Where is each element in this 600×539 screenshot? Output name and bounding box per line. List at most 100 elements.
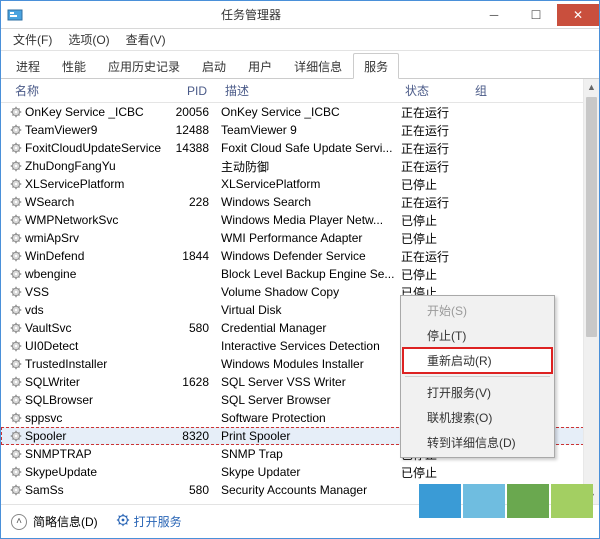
menu-file[interactable]: 文件(F) bbox=[7, 29, 58, 50]
cell-name: TeamViewer9 bbox=[25, 123, 171, 137]
table-row[interactable]: OnKey Service _ICBC20056OnKey Service _I… bbox=[1, 103, 599, 121]
cell-desc: Windows Media Player Netw... bbox=[221, 213, 401, 227]
maximize-button[interactable]: ☐ bbox=[515, 4, 557, 26]
cell-name: SamSs bbox=[25, 483, 171, 497]
cell-pid: 20056 bbox=[171, 105, 221, 119]
service-icon bbox=[9, 357, 23, 371]
cell-pid: 580 bbox=[171, 483, 221, 497]
table-row[interactable]: WinDefend1844Windows Defender Service正在运… bbox=[1, 247, 599, 265]
cell-desc: SQL Server Browser bbox=[221, 393, 401, 407]
cell-name: FoxitCloudUpdateService bbox=[25, 141, 171, 155]
table-row[interactable]: FoxitCloudUpdateService14388Foxit Cloud … bbox=[1, 139, 599, 157]
col-group[interactable]: 组 bbox=[469, 80, 509, 101]
service-icon bbox=[9, 375, 23, 389]
cell-name: XLServicePlatform bbox=[25, 177, 171, 191]
service-icon bbox=[9, 141, 23, 155]
cell-desc: Print Spooler bbox=[221, 429, 401, 443]
service-icon bbox=[9, 213, 23, 227]
cm-stop[interactable]: 停止(T) bbox=[403, 323, 552, 348]
table-row[interactable]: WMPNetworkSvc Windows Media Player Netw..… bbox=[1, 211, 599, 229]
cm-search-online[interactable]: 联机搜索(O) bbox=[403, 405, 552, 430]
cell-name: SNMPTRAP bbox=[25, 447, 171, 461]
vertical-scrollbar[interactable]: ▲ ▼ bbox=[583, 79, 599, 504]
service-icon bbox=[9, 249, 23, 263]
service-icon bbox=[9, 285, 23, 299]
cell-name: VSS bbox=[25, 285, 171, 299]
open-services-link[interactable]: 打开服务 bbox=[116, 513, 182, 530]
scroll-up-icon[interactable]: ▲ bbox=[584, 79, 599, 95]
service-icon bbox=[9, 393, 23, 407]
cell-desc: 主动防御 bbox=[221, 158, 401, 175]
minimize-button[interactable]: ─ bbox=[473, 4, 515, 26]
service-icon bbox=[9, 465, 23, 479]
service-icon bbox=[9, 123, 23, 137]
close-button[interactable]: ✕ bbox=[557, 4, 599, 26]
cell-name: WMPNetworkSvc bbox=[25, 213, 171, 227]
cell-name: wmiApSrv bbox=[25, 231, 171, 245]
service-icon bbox=[9, 321, 23, 335]
tab-users[interactable]: 用户 bbox=[237, 53, 283, 79]
tab-startup[interactable]: 启动 bbox=[191, 53, 237, 79]
cell-name: SkypeUpdate bbox=[25, 465, 171, 479]
cell-name: SQLBrowser bbox=[25, 393, 171, 407]
app-icon bbox=[7, 7, 23, 23]
cell-name: VaultSvc bbox=[25, 321, 171, 335]
cell-name: WSearch bbox=[25, 195, 171, 209]
cell-name: ZhuDongFangYu bbox=[25, 159, 171, 173]
col-name[interactable]: 名称 bbox=[9, 80, 169, 101]
cell-pid: 12488 bbox=[171, 123, 221, 137]
chevron-up-icon: ˄ bbox=[11, 514, 27, 530]
tab-processes[interactable]: 进程 bbox=[5, 53, 51, 79]
cell-desc: Windows Search bbox=[221, 195, 401, 209]
table-row[interactable]: wmiApSrvWMI Performance Adapter已停止 bbox=[1, 229, 599, 247]
cell-desc: Skype Updater bbox=[221, 465, 401, 479]
table-row[interactable]: XLServicePlatformXLServicePlatform已停止 bbox=[1, 175, 599, 193]
cell-name: Spooler bbox=[25, 429, 171, 443]
window-title: 任务管理器 bbox=[29, 6, 473, 23]
cm-goto-details[interactable]: 转到详细信息(D) bbox=[403, 430, 552, 455]
service-icon bbox=[9, 159, 23, 173]
table-row[interactable]: wbengineBlock Level Backup Engine Se...已… bbox=[1, 265, 599, 283]
cell-desc: Windows Modules Installer bbox=[221, 357, 401, 371]
cell-desc: Foxit Cloud Safe Update Servi... bbox=[221, 141, 401, 155]
cell-name: SQLWriter bbox=[25, 375, 171, 389]
service-icon bbox=[9, 195, 23, 209]
menubar: 文件(F) 选项(O) 查看(V) bbox=[1, 29, 599, 51]
cell-desc: Interactive Services Detection bbox=[221, 339, 401, 353]
cell-desc: XLServicePlatform bbox=[221, 177, 401, 191]
cell-name: wbengine bbox=[25, 267, 171, 281]
cell-desc: TeamViewer 9 bbox=[221, 123, 401, 137]
menu-view[interactable]: 查看(V) bbox=[120, 29, 172, 50]
tab-details[interactable]: 详细信息 bbox=[283, 53, 353, 79]
tab-services[interactable]: 服务 bbox=[353, 53, 399, 79]
cell-desc: OnKey Service _ICBC bbox=[221, 105, 401, 119]
col-status[interactable]: 状态 bbox=[399, 80, 469, 101]
table-row[interactable]: ZhuDongFangYu 主动防御正在运行 bbox=[1, 157, 599, 175]
tab-performance[interactable]: 性能 bbox=[51, 53, 97, 79]
titlebar: 任务管理器 ─ ☐ ✕ bbox=[1, 1, 599, 29]
service-icon bbox=[9, 339, 23, 353]
table-row[interactable]: SkypeUpdate Skype Updater已停止 bbox=[1, 463, 599, 481]
pixel-overlay bbox=[419, 484, 593, 518]
menu-options[interactable]: 选项(O) bbox=[62, 29, 115, 50]
cm-restart[interactable]: 重新启动(R) bbox=[403, 348, 552, 373]
service-icon bbox=[9, 429, 23, 443]
cell-status: 已停止 bbox=[401, 464, 471, 481]
table-row[interactable]: WSearch228Windows Search正在运行 bbox=[1, 193, 599, 211]
tab-app-history[interactable]: 应用历史记录 bbox=[97, 53, 191, 79]
col-pid[interactable]: PID bbox=[169, 82, 219, 100]
cell-status: 已停止 bbox=[401, 266, 471, 283]
cell-name: UI0Detect bbox=[25, 339, 171, 353]
table-row[interactable]: TeamViewer912488TeamViewer 9正在运行 bbox=[1, 121, 599, 139]
cell-name: sppsvc bbox=[25, 411, 171, 425]
scroll-thumb[interactable] bbox=[586, 97, 597, 337]
window-controls: ─ ☐ ✕ bbox=[473, 4, 599, 26]
cell-status: 正在运行 bbox=[401, 158, 471, 175]
gear-icon bbox=[116, 513, 130, 530]
cell-pid: 228 bbox=[171, 195, 221, 209]
brief-info-button[interactable]: ˄ 简略信息(D) bbox=[11, 513, 98, 530]
cell-status: 正在运行 bbox=[401, 122, 471, 139]
col-desc[interactable]: 描述 bbox=[219, 80, 399, 101]
cell-desc: Credential Manager bbox=[221, 321, 401, 335]
cm-open-services[interactable]: 打开服务(V) bbox=[403, 380, 552, 405]
